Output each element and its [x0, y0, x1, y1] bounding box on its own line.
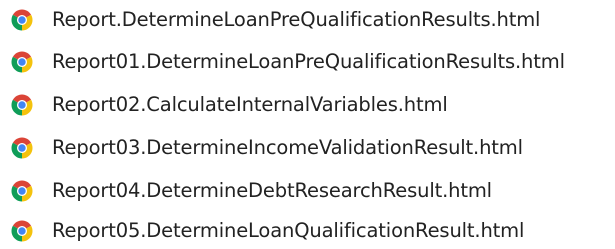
chrome-html-file-icon — [11, 94, 33, 116]
file-name: Report03.DetermineIncomeValidationResult… — [52, 136, 523, 160]
chrome-html-file-icon — [11, 180, 33, 202]
chrome-html-file-icon — [11, 9, 33, 31]
chrome-html-file-icon — [11, 137, 33, 159]
file-item[interactable]: Report02.CalculateInternalVariables.html — [0, 87, 615, 123]
file-item[interactable]: Report01.DetermineLoanPreQualificationRe… — [0, 44, 615, 80]
file-name: Report01.DetermineLoanPreQualificationRe… — [52, 50, 565, 74]
file-name: Report02.CalculateInternalVariables.html — [52, 93, 448, 117]
file-name: Report05.DetermineLoanQualificationResul… — [52, 219, 525, 243]
chrome-html-file-icon — [11, 51, 33, 73]
file-item[interactable]: Report05.DetermineLoanQualificationResul… — [0, 213, 615, 249]
file-name: Report.DetermineLoanPreQualificationResu… — [52, 8, 541, 32]
file-item[interactable]: Report04.DetermineDebtResearchResult.htm… — [0, 173, 615, 209]
file-list: Report.DetermineLoanPreQualificationResu… — [0, 0, 615, 246]
file-item[interactable]: Report.DetermineLoanPreQualificationResu… — [0, 2, 615, 38]
chrome-html-file-icon — [11, 220, 33, 242]
file-item[interactable]: Report03.DetermineIncomeValidationResult… — [0, 130, 615, 166]
file-name: Report04.DetermineDebtResearchResult.htm… — [52, 179, 492, 203]
